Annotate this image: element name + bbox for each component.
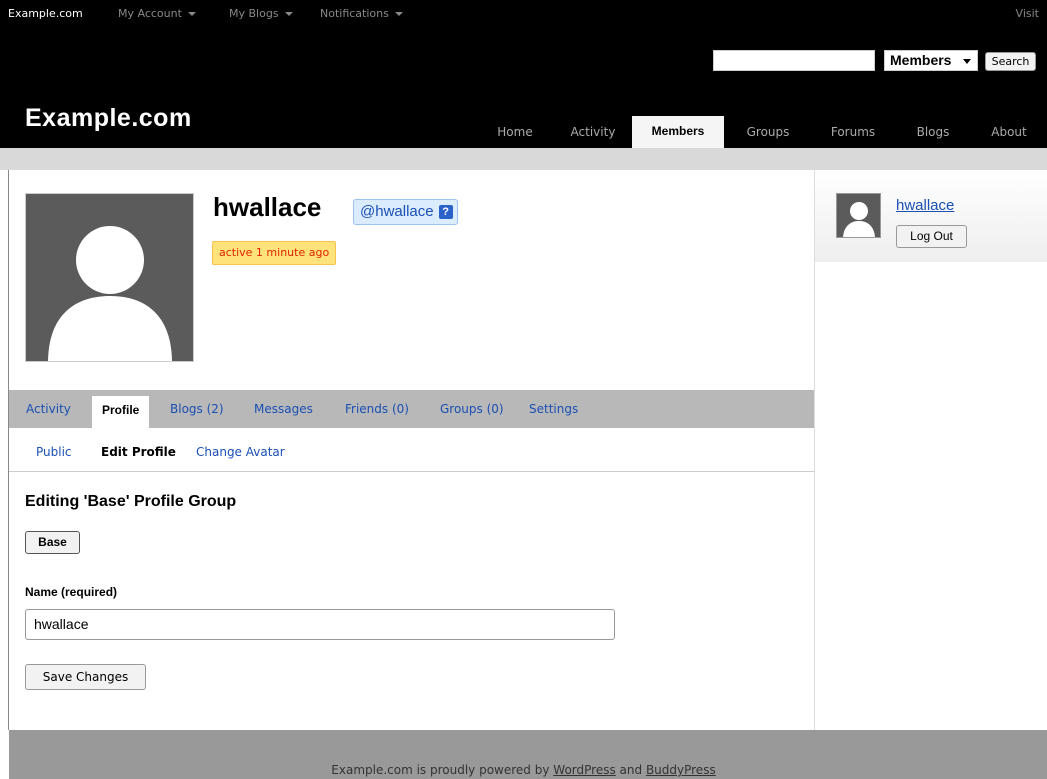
tab-friends[interactable]: Friends (0) — [345, 402, 409, 416]
search-scope-select[interactable]: Members — [884, 50, 978, 71]
footer-credits: Example.com is proudly powered by WordPr… — [0, 763, 1047, 777]
buddypress-link[interactable]: BuddyPress — [646, 763, 716, 777]
chevron-down-icon — [394, 12, 403, 16]
adminbar-my-blogs-menu[interactable]: My Blogs — [229, 7, 293, 20]
adminbar-visit-link[interactable]: Visit — [1016, 7, 1039, 20]
profile-display-name: hwallace — [213, 192, 322, 222]
save-changes-button[interactable]: Save Changes — [25, 664, 146, 690]
subnav-change-avatar[interactable]: Change Avatar — [196, 445, 285, 459]
profile-tabs: Activity Profile Blogs (2) Messages Frie… — [9, 390, 814, 428]
header-divider — [0, 148, 1047, 170]
adminbar-menu-label: My Account — [118, 7, 182, 20]
subnav-edit-profile[interactable]: Edit Profile — [101, 445, 176, 459]
wordpress-link[interactable]: WordPress — [553, 763, 615, 777]
subnav-public[interactable]: Public — [36, 445, 72, 459]
nav-item-blogs[interactable]: Blogs — [903, 120, 963, 148]
nav-item-forums[interactable]: Forums — [818, 120, 888, 148]
adminbar-my-account-menu[interactable]: My Account — [118, 7, 196, 20]
profile-subnav: Public Edit Profile Change Avatar — [9, 428, 814, 472]
name-field-label: Name (required) — [25, 585, 118, 599]
admin-bar: Example.com My Account My Blogs Notifica… — [0, 0, 1047, 26]
tab-activity[interactable]: Activity — [26, 402, 71, 416]
name-field[interactable]: hwallace — [25, 609, 615, 640]
user-silhouette-icon — [837, 194, 880, 237]
footer-prefix: Example.com is proudly powered by — [331, 763, 554, 777]
adminbar-menu-label: Notifications — [320, 7, 389, 20]
nav-item-groups[interactable]: Groups — [735, 120, 801, 148]
tab-settings[interactable]: Settings — [529, 402, 578, 416]
tab-profile[interactable]: Profile — [92, 396, 150, 428]
adminbar-notifications-menu[interactable]: Notifications — [320, 7, 403, 20]
sidebar — [814, 170, 1047, 730]
edit-group-heading: Editing 'Base' Profile Group — [25, 493, 237, 510]
chevron-down-icon — [284, 12, 293, 16]
adminbar-menu-label: My Blogs — [229, 7, 279, 20]
nav-item-about[interactable]: About — [980, 120, 1038, 148]
adminbar-brand-link[interactable]: Example.com — [8, 7, 83, 20]
site-title[interactable]: Example.com — [25, 104, 192, 133]
logout-button[interactable]: Log Out — [896, 225, 967, 248]
nav-item-members[interactable]: Members — [632, 116, 724, 148]
footer-middle: and — [615, 763, 646, 777]
profile-group-base-button[interactable]: Base — [25, 531, 80, 554]
profile-avatar[interactable] — [25, 193, 194, 362]
tab-groups[interactable]: Groups (0) — [440, 402, 504, 416]
tab-messages[interactable]: Messages — [254, 402, 313, 416]
chevron-down-icon — [187, 12, 196, 16]
nav-item-activity[interactable]: Activity — [558, 120, 628, 148]
help-icon[interactable]: ? — [438, 205, 453, 219]
last-active-badge: active 1 minute ago — [212, 241, 337, 265]
nav-item-home[interactable]: Home — [483, 120, 547, 148]
profile-handle-badge: @hwallace? — [353, 199, 458, 225]
chevron-down-icon — [963, 59, 971, 64]
search-input[interactable] — [713, 50, 875, 71]
profile-handle: @hwallace — [360, 203, 434, 220]
sidebar-avatar[interactable] — [836, 193, 881, 238]
site-header: Members Search Example.com Home Activity… — [0, 26, 1047, 148]
search-button[interactable]: Search — [985, 52, 1036, 71]
search-scope-value: Members — [890, 52, 952, 68]
tab-blogs[interactable]: Blogs (2) — [170, 402, 224, 416]
user-silhouette-icon — [26, 194, 193, 361]
sidebar-username-link[interactable]: hwallace — [896, 197, 954, 214]
